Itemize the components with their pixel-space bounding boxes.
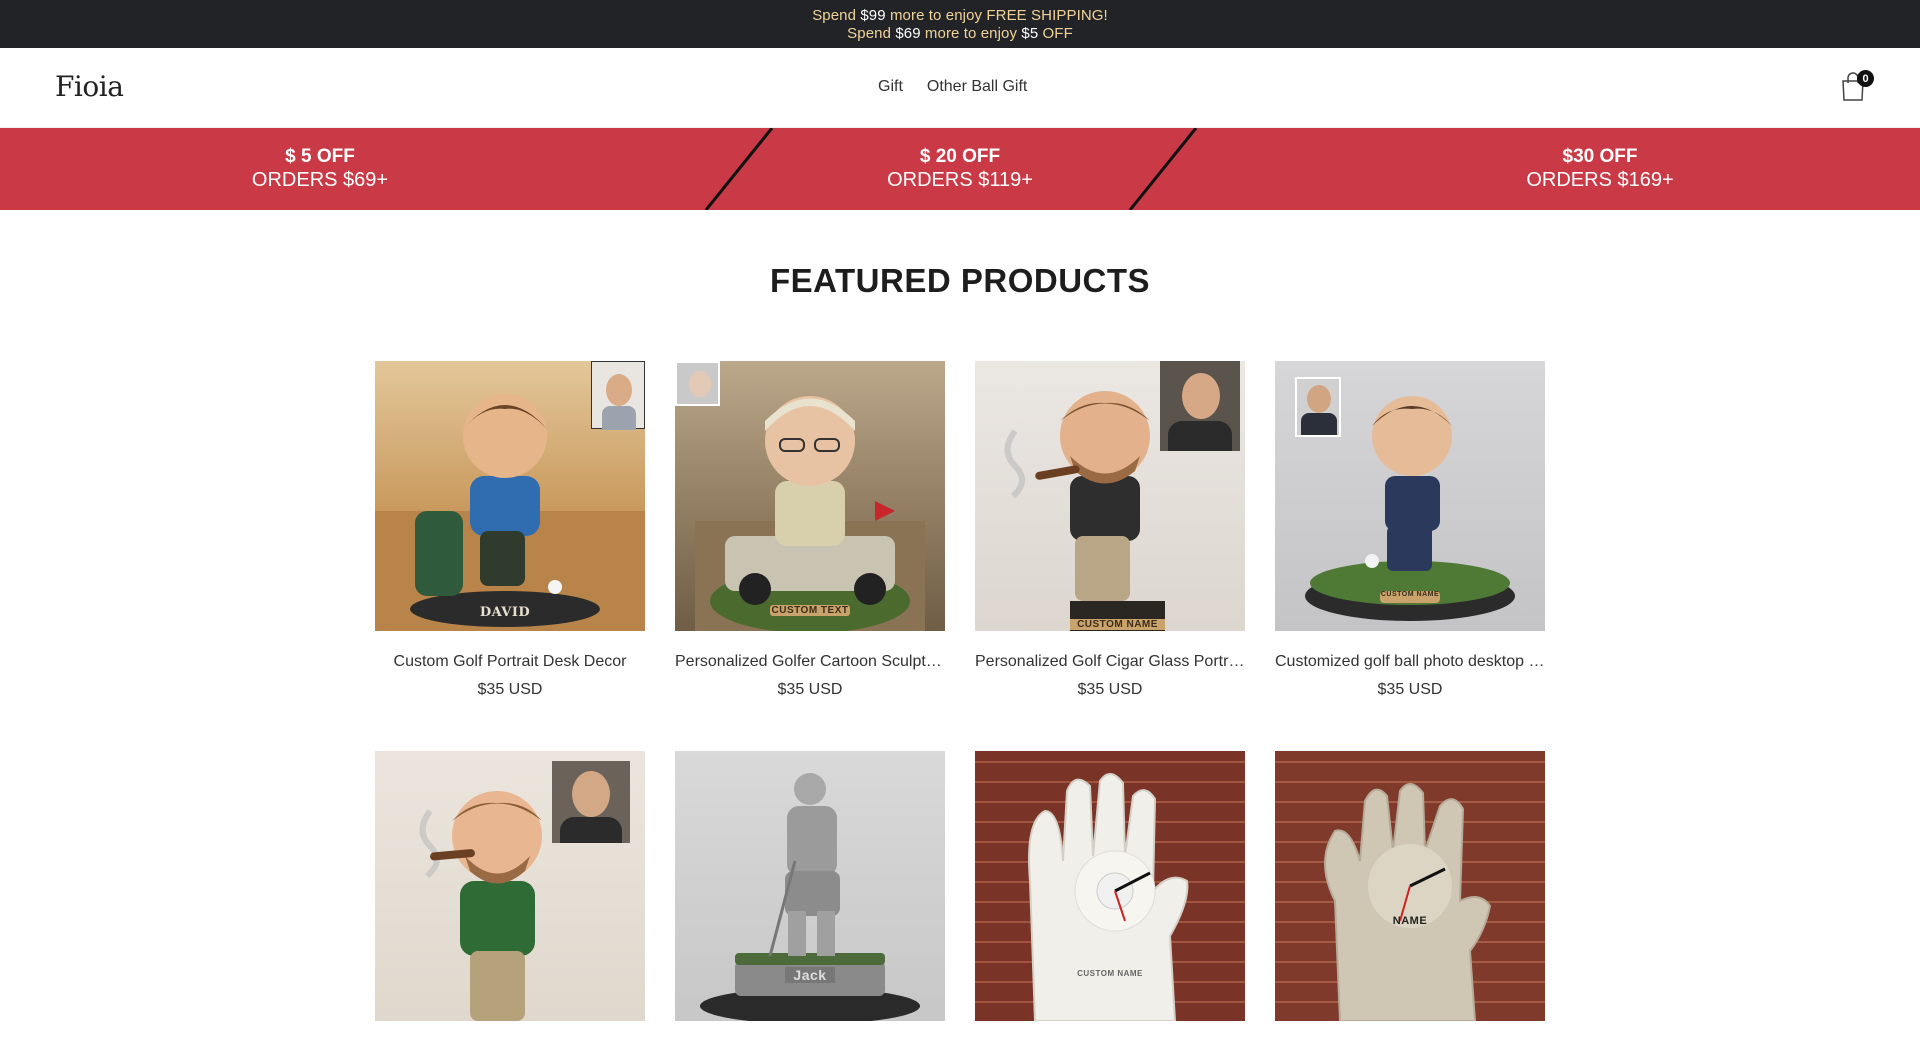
promo-subtitle: ORDERS $169+	[1526, 169, 1674, 191]
cart-button[interactable]: 0	[1840, 70, 1874, 104]
logo[interactable]: Fioia	[55, 70, 124, 103]
name-plate: NAME	[1392, 915, 1428, 927]
name-plate: Jack	[785, 967, 835, 983]
product-name[interactable]: Personalized Golf Cigar Glass Portrait	[975, 653, 1245, 671]
site-header: Fioia Gift Other Ball Gift 0	[0, 48, 1920, 128]
cart-count-badge: 0	[1857, 70, 1874, 87]
product-image[interactable]: CUSTOM TEXT	[675, 361, 945, 631]
name-plate: CUSTOM NAME	[1077, 969, 1143, 978]
announcement-amount: $5	[1021, 24, 1039, 42]
product-card[interactable]: CUSTOM NAME	[975, 751, 1245, 1053]
product-image[interactable]: CUSTOM NAME	[975, 751, 1245, 1021]
product-card[interactable]: CUSTOM TEXT Personalized Golfer Cartoon …	[675, 361, 945, 699]
reference-photo	[591, 361, 645, 430]
product-name[interactable]: Custom Golf Portrait Desk Decor	[375, 653, 645, 671]
product-card[interactable]: NAME	[1275, 751, 1545, 1053]
product-card[interactable]: CUSTOM NAME Customized golf ball photo d…	[1275, 361, 1545, 699]
promo-band: $ 5 OFF ORDERS $69+ $ 20 OFF ORDERS $119…	[0, 128, 1920, 210]
announcement-text: more to enjoy FREE SHIPPING!	[885, 6, 1108, 24]
reference-photo	[1160, 361, 1240, 451]
product-price: $35 USD	[477, 681, 543, 698]
golf-glove-clock-image	[1028, 773, 1189, 1021]
product-image[interactable]: CUSTOM NAME	[1275, 361, 1545, 631]
announcement-amount: $69	[895, 24, 921, 42]
announcement-text: OFF	[1038, 24, 1073, 42]
product-card[interactable]: DAVID Custom Golf Portrait Desk Decor $3…	[375, 361, 645, 699]
product-image[interactable]: CUSTOM NAME	[975, 361, 1245, 631]
product-image[interactable]: NAME	[1275, 751, 1545, 1021]
name-plate: CUSTOM NAME	[1380, 591, 1440, 598]
promo-title: $ 5 OFF	[285, 146, 355, 167]
name-plate: DAVID	[479, 605, 531, 620]
promo-title: $ 20 OFF	[919, 146, 1001, 167]
promo-subtitle: ORDERS $119+	[887, 169, 1033, 191]
announcement-text: Spend	[812, 6, 861, 24]
product-card[interactable]: CUSTOM NAME Personalized Golf Cigar Glas…	[975, 361, 1245, 699]
announcement-text: more to enjoy	[920, 24, 1022, 42]
promo-title: $30 OFF	[1562, 146, 1638, 167]
reference-photo	[552, 761, 630, 843]
announcement-amount: $99	[860, 6, 886, 24]
announcement-line-shipping: Spend $99 more to enjoy FREE SHIPPING!	[812, 7, 1108, 24]
product-image[interactable]: DAVID	[375, 361, 645, 631]
product-image[interactable]: Jack	[675, 751, 945, 1021]
main-nav: Gift Other Ball Gift	[878, 78, 1027, 96]
product-price: $35 USD	[1377, 681, 1443, 698]
promo-tier-1[interactable]: $ 5 OFF ORDERS $69+	[0, 128, 640, 210]
product-price: $35 USD	[777, 681, 843, 698]
announcement-text: Spend	[847, 24, 896, 42]
product-grid: DAVID Custom Golf Portrait Desk Decor $3…	[375, 361, 1545, 1053]
product-price: $35 USD	[1077, 681, 1143, 698]
section-title: FEATURED PRODUCTS	[769, 262, 1151, 299]
product-card[interactable]: Jack	[675, 751, 945, 1053]
promo-subtitle: ORDERS $69+	[251, 169, 389, 191]
product-card[interactable]	[375, 751, 645, 1053]
reference-photo	[675, 361, 720, 406]
promo-tier-3[interactable]: $30 OFF ORDERS $169+	[1280, 128, 1920, 210]
product-image[interactable]	[375, 751, 645, 1021]
name-plate: CUSTOM TEXT	[770, 605, 850, 616]
promo-tier-2[interactable]: $ 20 OFF ORDERS $119+	[640, 128, 1280, 210]
reference-photo	[1295, 377, 1341, 437]
product-name[interactable]: Personalized Golfer Cartoon Sculpture	[675, 653, 945, 671]
name-plate: CUSTOM NAME	[1070, 619, 1165, 630]
announcement-bar: Spend $99 more to enjoy FREE SHIPPING! S…	[0, 0, 1920, 48]
nav-item-gift[interactable]: Gift	[878, 78, 903, 96]
golf-glove-clock-image	[1324, 783, 1492, 1021]
nav-item-other-ball-gift[interactable]: Other Ball Gift	[927, 78, 1027, 96]
product-name[interactable]: Customized golf ball photo desktop decor	[1275, 653, 1545, 671]
announcement-line-discount: Spend $69 more to enjoy $5 OFF	[847, 25, 1073, 42]
